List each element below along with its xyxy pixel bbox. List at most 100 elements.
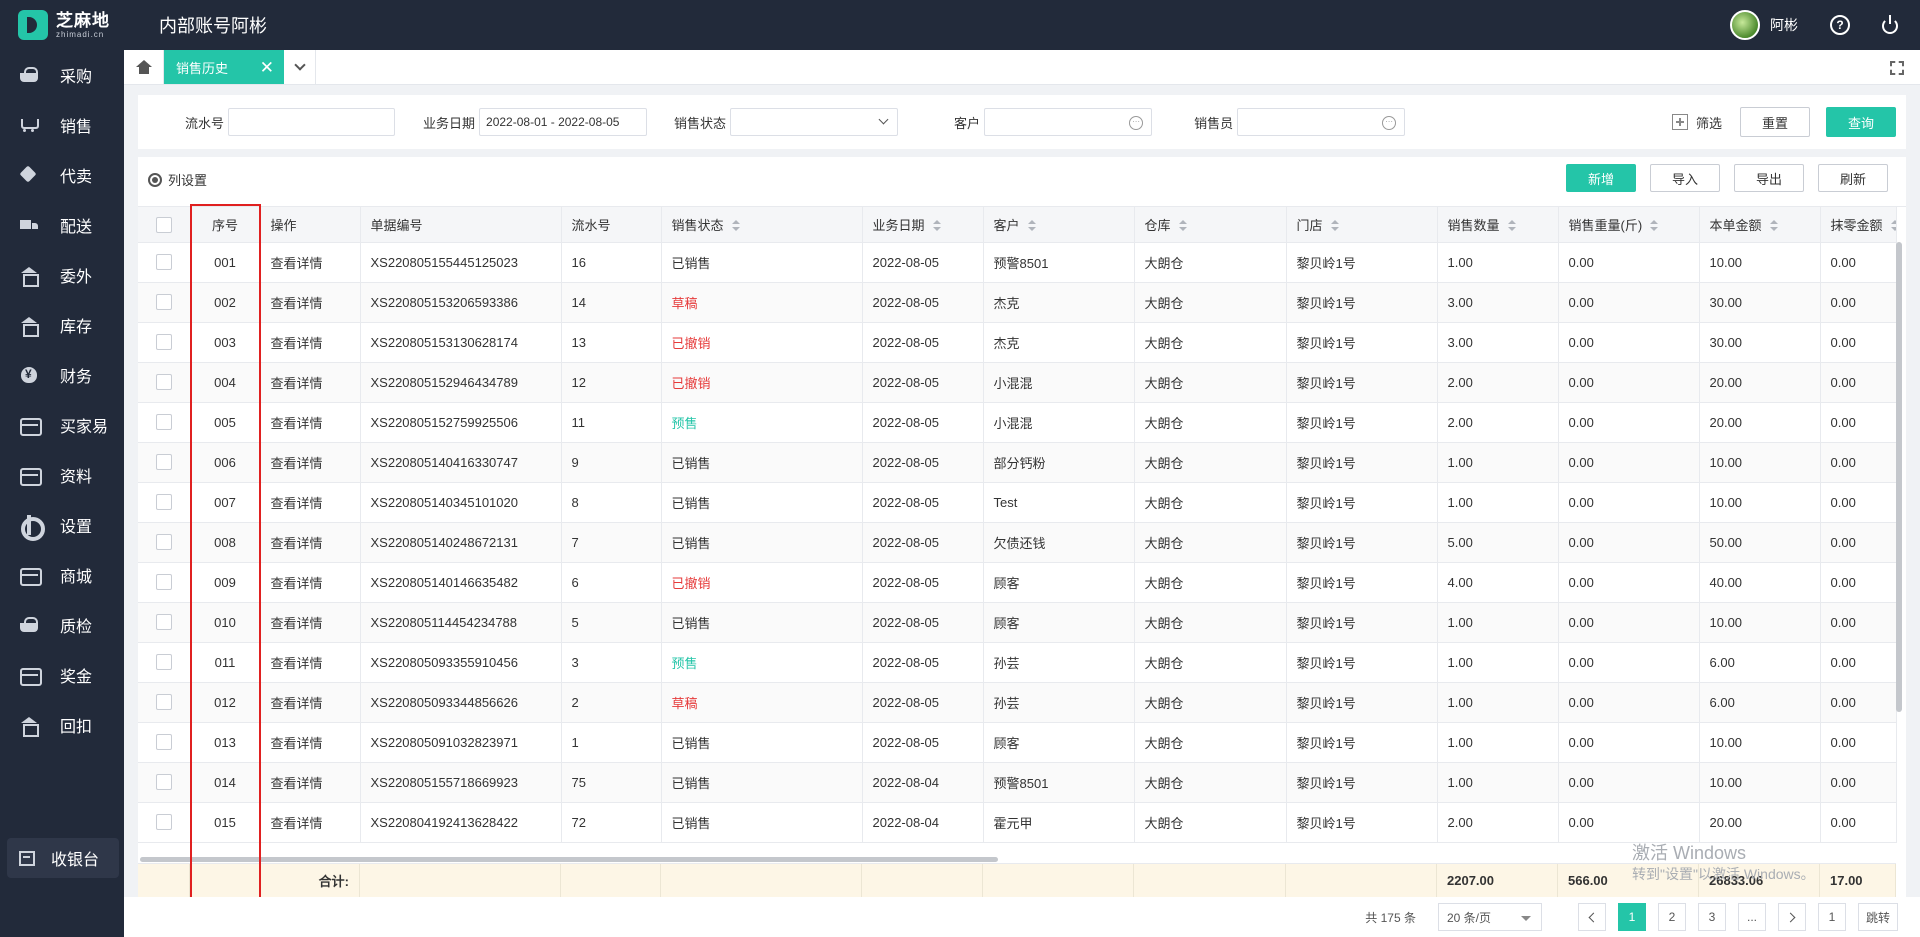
username[interactable]: 阿彬 [1770, 15, 1798, 35]
cell-view-detail[interactable]: 查看详情 [260, 682, 361, 723]
sidebar-item-purchase[interactable]: 采购 [0, 50, 124, 100]
table-row[interactable]: 006 查看详情 XS220805140416330747 9 已销售 2022-08-0… [138, 442, 1897, 483]
col-header-amount[interactable]: 本单金额 [1699, 207, 1821, 243]
col-header-warehouse[interactable]: 仓库 [1134, 207, 1287, 243]
col-header-customer[interactable]: 客户 [983, 207, 1135, 243]
table-row[interactable]: 004 查看详情 XS220805152946434789 12 已撤销 2022-08-… [138, 362, 1897, 403]
table-row[interactable]: 015 查看详情 XS220804192413628422 72 已销售 2022-08-… [138, 802, 1897, 843]
sidebar-item-inspection[interactable]: 质检 [0, 600, 124, 650]
sort-icon[interactable] [1890, 220, 1895, 232]
cell-view-detail[interactable]: 查看详情 [260, 642, 361, 683]
cell-view-detail[interactable]: 查看详情 [260, 322, 361, 363]
row-checkbox-cell[interactable] [138, 482, 191, 523]
row-checkbox-cell[interactable] [138, 722, 191, 763]
horizontal-scrollbar[interactable] [140, 857, 998, 862]
sidebar-item-consignment[interactable]: 代卖 [0, 150, 124, 200]
row-checkbox-cell[interactable] [138, 402, 191, 443]
row-checkbox-cell[interactable] [138, 322, 191, 363]
help-icon[interactable]: ? [1830, 15, 1850, 35]
col-header-date[interactable]: 业务日期 [862, 207, 984, 243]
row-checkbox-cell[interactable] [138, 642, 191, 683]
cell-view-detail[interactable]: 查看详情 [260, 242, 361, 283]
avatar[interactable] [1730, 10, 1760, 40]
row-checkbox[interactable] [155, 334, 172, 351]
fullscreen-icon[interactable] [1890, 61, 1904, 75]
table-row[interactable]: 001 查看详情 XS220805155445125023 16 已销售 2022-08-… [138, 242, 1897, 283]
row-checkbox-cell[interactable] [138, 602, 191, 643]
sidebar-item-delivery[interactable]: 配送 [0, 200, 124, 250]
tab-sales-history[interactable]: 销售历史 ✕ [164, 50, 284, 84]
cell-view-detail[interactable]: 查看详情 [260, 402, 361, 443]
cell-view-detail[interactable]: 查看详情 [260, 722, 361, 763]
page-ellipsis-button[interactable]: ... [1738, 903, 1766, 931]
table-row[interactable]: 007 查看详情 XS220805140345101020 8 已销售 2022-08-0… [138, 482, 1897, 523]
cell-view-detail[interactable]: 查看详情 [260, 282, 361, 323]
sidebar-item-sales[interactable]: 销售 [0, 100, 124, 150]
row-checkbox[interactable] [155, 814, 172, 831]
row-checkbox[interactable] [155, 694, 172, 711]
logo[interactable]: 芝麻地 zhimadi.cn [0, 0, 124, 50]
sidebar-item-data[interactable]: 资料 [0, 450, 124, 500]
query-button[interactable]: 查询 [1826, 107, 1896, 137]
row-checkbox[interactable] [155, 454, 172, 471]
sidebar-item-settings[interactable]: 设置 [0, 500, 124, 550]
cell-view-detail[interactable]: 查看详情 [260, 482, 361, 523]
serial-input[interactable] [228, 108, 396, 136]
sort-icon[interactable] [1330, 220, 1339, 232]
sort-icon[interactable] [1178, 220, 1187, 232]
row-checkbox[interactable] [155, 254, 172, 271]
page-button-2[interactable]: 2 [1658, 903, 1686, 931]
col-header-rounding[interactable]: 抹零金额 [1820, 207, 1897, 243]
row-checkbox[interactable] [155, 614, 172, 631]
sort-icon[interactable] [932, 220, 941, 232]
col-header-weight[interactable]: 销售重量(斤) [1558, 207, 1700, 243]
cell-view-detail[interactable]: 查看详情 [260, 562, 361, 603]
row-checkbox-cell[interactable] [138, 442, 191, 483]
export-button[interactable]: 导出 [1734, 164, 1804, 192]
serial-input-field[interactable] [235, 115, 389, 129]
row-checkbox-cell[interactable] [138, 562, 191, 603]
cell-view-detail[interactable]: 查看详情 [260, 522, 361, 563]
row-checkbox-cell[interactable] [138, 682, 191, 723]
table-row[interactable]: 010 查看详情 XS220805114454234788 5 已销售 2022-08-0… [138, 602, 1897, 643]
select-all-checkbox[interactable] [155, 216, 172, 233]
page-button-1[interactable]: 1 [1618, 903, 1646, 931]
row-checkbox[interactable] [155, 654, 172, 671]
sort-icon[interactable] [1507, 220, 1516, 232]
table-row[interactable]: 012 查看详情 XS220805093344856626 2 草稿 2022-08-05… [138, 682, 1897, 723]
row-checkbox[interactable] [155, 574, 172, 591]
seller-input[interactable]: ··· [1237, 108, 1406, 136]
close-icon[interactable]: ✕ [260, 59, 274, 76]
sidebar-item-inventory[interactable]: 库存 [0, 300, 124, 350]
power-icon[interactable] [1880, 15, 1900, 35]
col-header-qty[interactable]: 销售数量 [1437, 207, 1559, 243]
cell-view-detail[interactable]: 查看详情 [260, 442, 361, 483]
row-checkbox[interactable] [155, 774, 172, 791]
row-checkbox-cell[interactable] [138, 802, 191, 843]
row-checkbox-cell[interactable] [138, 282, 191, 323]
row-checkbox[interactable] [155, 414, 172, 431]
tab-dropdown-button[interactable] [284, 50, 316, 84]
table-row[interactable]: 005 查看详情 XS220805152759925506 11 预售 2022-08-0… [138, 402, 1897, 443]
row-checkbox[interactable] [155, 374, 172, 391]
table-row[interactable]: 014 查看详情 XS220805155718669923 75 已销售 2022-08-… [138, 762, 1897, 803]
sidebar-item-rebate[interactable]: 回扣 [0, 700, 124, 750]
import-button[interactable]: 导入 [1650, 164, 1720, 192]
row-checkbox-cell[interactable] [138, 762, 191, 803]
row-checkbox-cell[interactable] [138, 522, 191, 563]
table-row[interactable]: 003 查看详情 XS220805153130628174 13 已撤销 2022-08-… [138, 322, 1897, 363]
col-header-status[interactable]: 销售状态 [661, 207, 863, 243]
row-checkbox[interactable] [155, 494, 172, 511]
sort-icon[interactable] [1027, 220, 1036, 232]
table-row[interactable]: 008 查看详情 XS220805140248672131 7 已销售 2022-08-0… [138, 522, 1897, 563]
jump-button[interactable]: 跳转 [1858, 903, 1898, 931]
sidebar-item-bonus[interactable]: 奖金 [0, 650, 124, 700]
cell-view-detail[interactable]: 查看详情 [260, 362, 361, 403]
row-checkbox[interactable] [155, 294, 172, 311]
table-row[interactable]: 009 查看详情 XS220805140146635482 6 已撤销 2022-08-0… [138, 562, 1897, 603]
table-row[interactable]: 011 查看详情 XS220805093355910456 3 预售 2022-08-05… [138, 642, 1897, 683]
sidebar-item-mall[interactable]: 商城 [0, 550, 124, 600]
sort-icon[interactable] [1650, 220, 1659, 232]
refresh-button[interactable]: 刷新 [1818, 164, 1888, 192]
sort-icon[interactable] [1769, 220, 1778, 232]
